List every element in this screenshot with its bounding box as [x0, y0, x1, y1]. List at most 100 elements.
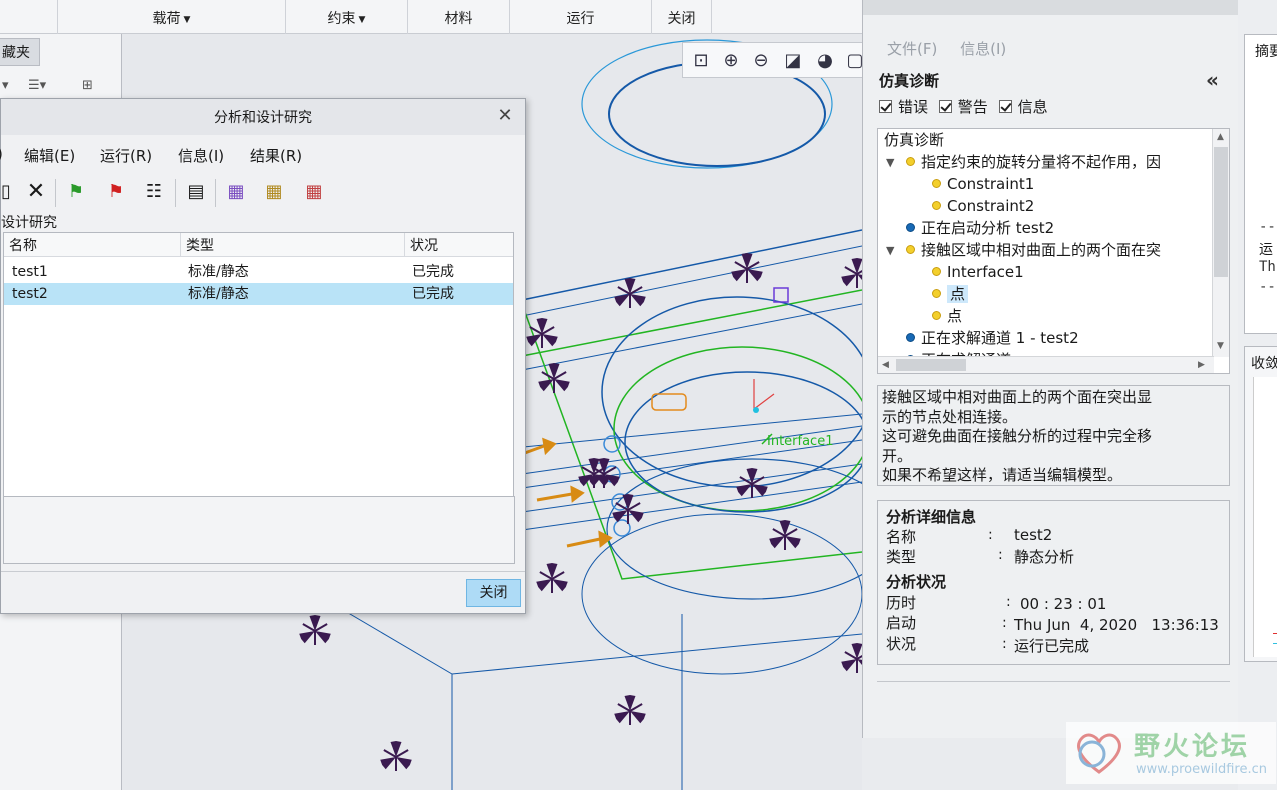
- menu-run[interactable]: 运行(R): [100, 145, 152, 166]
- tree-item[interactable]: Constraint2: [932, 196, 1034, 216]
- status-list-icon[interactable]: ☷: [141, 179, 167, 205]
- repaint-icon[interactable]: ◪: [781, 49, 805, 73]
- caret-down-icon[interactable]: ▾: [2, 78, 28, 100]
- zoom-fit-icon[interactable]: ⊡: [689, 49, 713, 73]
- constraint-glyph: [614, 278, 646, 308]
- ribbon-constraint-button[interactable]: 约束 ▼: [286, 0, 408, 34]
- scroll-down-icon[interactable]: ▼: [1217, 341, 1224, 351]
- ribbon-run-label: 运行: [566, 11, 595, 27]
- tree-item-info[interactable]: 正在求解通道 1 - test2: [906, 328, 1079, 348]
- row-status: 已完成: [412, 264, 454, 280]
- tree-filter-icon[interactable]: ⊞: [82, 78, 108, 100]
- stop-flag-icon[interactable]: ⚑: [103, 179, 129, 205]
- col-name-header[interactable]: 名称: [4, 233, 181, 257]
- scroll-left-icon[interactable]: ◀: [882, 360, 889, 370]
- ribbon-run-button[interactable]: 运行: [510, 0, 652, 34]
- dialog-toolbar: ▯ ✕ ⚑ ⚑ ☷ ▤ ▦ ▦ ▦: [1, 173, 525, 211]
- saved-views-icon[interactable]: ▢: [843, 49, 862, 73]
- filter-warning[interactable]: 警告: [938, 98, 988, 116]
- tree-item-label: 正在求解通道 1 - test2: [921, 329, 1079, 347]
- result-window-icon[interactable]: ▦: [223, 179, 249, 205]
- summary-icon[interactable]: ▤: [183, 179, 209, 205]
- menu-results[interactable]: 结果(R): [250, 145, 302, 166]
- toolbar-separator: [215, 179, 216, 207]
- close-icon[interactable]: ✕: [495, 106, 515, 126]
- result-review-icon[interactable]: ▦: [261, 179, 287, 205]
- result-compare-icon[interactable]: ▦: [301, 179, 327, 205]
- status-heading: 分析状况: [886, 573, 947, 591]
- checkbox-checked-icon[interactable]: [998, 100, 1012, 113]
- tree-item-selected[interactable]: 点: [932, 284, 969, 304]
- scroll-up-icon[interactable]: ▲: [1217, 132, 1224, 142]
- ribbon-close-button[interactable]: 关闭: [652, 0, 712, 34]
- zoom-in-icon[interactable]: ⊕: [719, 49, 743, 73]
- constraint-glyph: [380, 741, 412, 771]
- table-row-selected[interactable]: test2 标准/静态 已完成: [4, 283, 513, 305]
- name-label: 名称: [886, 528, 917, 546]
- legend-line-cyan: [1273, 643, 1277, 644]
- tree-item[interactable]: 点: [932, 306, 962, 326]
- scroll-thumb[interactable]: [896, 359, 966, 371]
- col-type-header[interactable]: 类型: [181, 233, 405, 257]
- zoom-out-icon[interactable]: ⊖: [749, 49, 773, 73]
- new-icon[interactable]: ▯: [0, 179, 19, 205]
- tree-item-warning[interactable]: 接触区域中相对曲面上的两个面在突: [906, 240, 1161, 260]
- filter-error[interactable]: 错误: [879, 98, 928, 116]
- checkbox-checked-icon[interactable]: [879, 100, 892, 113]
- constraint-glyph: [299, 615, 331, 645]
- expand-arrow-icon[interactable]: ▼: [886, 156, 894, 169]
- constraint-glyph: [538, 363, 570, 393]
- constraint-glyph: [731, 253, 763, 283]
- ribbon-close-label: 关闭: [667, 11, 696, 27]
- caret-down-icon: ▼: [358, 15, 366, 25]
- start-value: Thu Jun 4, 2020 13:36:13: [1014, 616, 1219, 634]
- warning-dot-icon: [906, 245, 915, 254]
- menu-edit[interactable]: 编辑(E): [24, 145, 75, 166]
- tree-item[interactable]: Interface1: [932, 262, 1024, 282]
- tree-vertical-scrollbar[interactable]: ▲ ▼: [1212, 129, 1229, 357]
- favorites-tab[interactable]: 藏夹: [0, 38, 40, 66]
- delete-icon[interactable]: ✕: [23, 179, 49, 205]
- analysis-dialog: 分析和设计研究 ✕ ) 编辑(E) 运行(R) 信息(I) 结果(R) ▯ ✕ …: [0, 98, 526, 614]
- col-status-header[interactable]: 状况: [405, 233, 513, 257]
- tree-item[interactable]: Constraint1: [932, 174, 1034, 194]
- colon: :: [1002, 636, 1007, 652]
- ribbon-prev-group[interactable]: [0, 0, 58, 34]
- info-dot-icon: [906, 223, 915, 232]
- menu-info[interactable]: 信息(I): [960, 40, 1006, 58]
- warning-dot-icon: [932, 179, 941, 188]
- message-line: 开。: [882, 446, 913, 465]
- dialog-close-button[interactable]: 关闭: [466, 579, 521, 607]
- ribbon: 载荷 ▼ 约束 ▼ 材料 运行 关闭: [0, 0, 862, 34]
- tree-horizontal-scrollbar[interactable]: ◀ ▶: [878, 356, 1214, 373]
- checkbox-checked-icon[interactable]: [938, 100, 952, 113]
- colon: :: [988, 527, 993, 543]
- start-flag-icon[interactable]: ⚑: [63, 179, 89, 205]
- list-icon[interactable]: ☰▾: [28, 78, 54, 100]
- ribbon-load-button[interactable]: 载荷 ▼: [58, 0, 286, 34]
- warning-dot-icon: [932, 289, 941, 298]
- tree-root[interactable]: 仿真诊断: [884, 130, 944, 150]
- menu-info[interactable]: 信息(I): [178, 145, 224, 166]
- colon: :: [998, 547, 1003, 563]
- constraint-glyph: [526, 318, 558, 348]
- scroll-right-icon[interactable]: ▶: [1198, 360, 1205, 370]
- watermark: 野火论坛 www.proewildfire.cn: [1066, 722, 1276, 784]
- tree-item-info[interactable]: 正在启动分析 test2: [906, 218, 1054, 238]
- menu-file[interactable]: 文件(F): [887, 40, 937, 58]
- legend-line-red: [1273, 633, 1277, 634]
- diagnostics-tree: 仿真诊断 ▼ 指定约束的旋转分量将不起作用，因 Constraint1 Cons…: [877, 128, 1230, 374]
- ribbon-material-button[interactable]: 材料: [408, 0, 510, 34]
- expand-arrow-icon[interactable]: ▼: [886, 244, 894, 257]
- filter-info[interactable]: 信息: [998, 98, 1048, 116]
- menu-file-edge[interactable]: ): [0, 145, 3, 163]
- tree-item-warning[interactable]: 指定约束的旋转分量将不起作用，因: [906, 152, 1161, 172]
- viewport-interface-label: Interface1: [767, 434, 833, 449]
- collapse-icon[interactable]: «: [1206, 68, 1219, 92]
- tree-item-label: Constraint1: [947, 175, 1035, 193]
- name-value: test2: [1014, 526, 1053, 544]
- elapsed-label: 历时: [886, 594, 917, 612]
- scroll-thumb[interactable]: [1214, 147, 1228, 277]
- table-row[interactable]: test1 标准/静态 已完成: [4, 261, 513, 283]
- display-style-icon[interactable]: ◕: [813, 49, 837, 73]
